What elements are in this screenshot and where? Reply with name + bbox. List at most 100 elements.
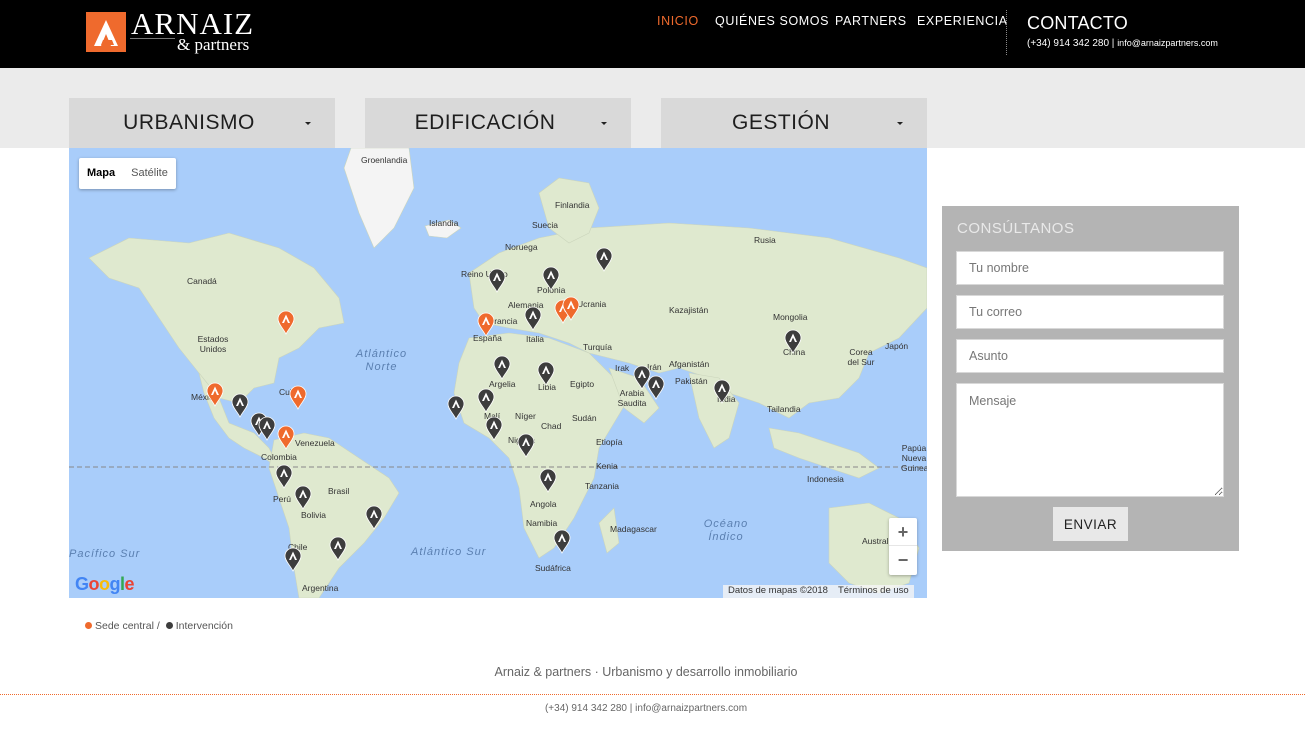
footer-email[interactable]: info@arnaizpartners.com bbox=[635, 703, 747, 714]
map-label: Noruega bbox=[505, 242, 538, 252]
map-label: Madagascar bbox=[610, 524, 657, 534]
nav-divider bbox=[1006, 10, 1007, 55]
menu-urbanismo-label: URBANISMO bbox=[123, 111, 255, 134]
nav-experiencia[interactable]: EXPERIENCIA bbox=[917, 14, 1008, 28]
map-label: Estados Unidos bbox=[197, 334, 229, 354]
nav-quienes-somos[interactable]: QUIÉNES SOMOS bbox=[715, 14, 829, 28]
map-label: Ucrania bbox=[577, 299, 607, 309]
intervencion-pin-icon[interactable] bbox=[231, 393, 249, 418]
intervencion-pin-icon[interactable] bbox=[258, 416, 276, 441]
name-field[interactable] bbox=[956, 251, 1224, 285]
map-label: Canadá bbox=[187, 276, 217, 286]
map-label: Sudán bbox=[572, 413, 597, 423]
map-label: Venezuela bbox=[295, 438, 335, 448]
map-label: Finlandia bbox=[555, 200, 590, 210]
sede-pin-icon[interactable] bbox=[562, 296, 580, 321]
menu-gestion[interactable]: GESTIÓN bbox=[661, 98, 927, 148]
map-type-mapa[interactable]: Mapa bbox=[79, 158, 123, 189]
contact-line: (+34) 914 342 280 | info@arnaizpartners.… bbox=[1027, 38, 1218, 49]
zoom-in-button[interactable]: + bbox=[889, 518, 917, 546]
ocean-label: Océano Índico bbox=[703, 518, 749, 543]
caret-down-icon bbox=[305, 122, 311, 125]
intervencion-pin-icon[interactable] bbox=[553, 529, 571, 554]
nav-partners[interactable]: PARTNERS bbox=[835, 14, 907, 28]
map-label: Tailandia bbox=[767, 404, 801, 414]
message-field[interactable] bbox=[956, 383, 1224, 497]
menu-edificacion[interactable]: EDIFICACIÓN bbox=[365, 98, 631, 148]
map-label: Tanzania bbox=[585, 481, 620, 491]
intervencion-pin-icon[interactable] bbox=[493, 355, 511, 380]
map-data-credit: Datos de mapas ©2018 bbox=[728, 585, 828, 596]
map-label: Suecia bbox=[532, 220, 558, 230]
intervencion-pin-icon[interactable] bbox=[284, 547, 302, 572]
nav-inicio[interactable]: INICIO bbox=[657, 14, 699, 28]
map-attribution: Datos de mapas ©2018 Términos de uso bbox=[723, 585, 914, 598]
logo-rule bbox=[130, 38, 175, 39]
sede-pin-icon[interactable] bbox=[206, 382, 224, 407]
intervencion-pin-icon[interactable] bbox=[517, 433, 535, 458]
sede-pin-icon[interactable] bbox=[477, 312, 495, 337]
intervencion-pin-icon[interactable] bbox=[485, 416, 503, 441]
map-label: Irak bbox=[615, 363, 630, 373]
map-type-control: Mapa Satélite bbox=[79, 158, 176, 189]
google-logo[interactable]: Google bbox=[75, 574, 135, 595]
contact-phone[interactable]: (+34) 914 342 280 bbox=[1027, 38, 1109, 49]
ocean-label: Atlántico Sur bbox=[411, 546, 487, 558]
logo-a-icon bbox=[94, 20, 118, 46]
map-label: Etiopía bbox=[596, 437, 623, 447]
intervencion-pin-icon[interactable] bbox=[524, 306, 542, 331]
map-label: Argentina bbox=[302, 583, 339, 593]
contact-title: CONTACTO bbox=[1027, 13, 1128, 33]
sede-pin-icon[interactable] bbox=[277, 425, 295, 450]
logo-mark[interactable] bbox=[86, 12, 126, 52]
menu-edificacion-label: EDIFICACIÓN bbox=[414, 111, 556, 134]
map-label: Egipto bbox=[570, 379, 595, 389]
map-label: Mongolia bbox=[773, 312, 808, 322]
menu-gestion-label: GESTIÓN bbox=[731, 111, 830, 134]
map-label: Colombia bbox=[261, 452, 297, 462]
map-label: Japón bbox=[885, 341, 909, 351]
terms-link[interactable]: Términos de uso bbox=[833, 585, 914, 598]
zoom-out-button[interactable]: − bbox=[889, 546, 917, 574]
zoom-control: + − bbox=[889, 518, 917, 575]
map-label: Bolivia bbox=[301, 510, 327, 520]
intervencion-pin-icon[interactable] bbox=[447, 395, 465, 420]
footer-separator: | bbox=[629, 703, 633, 714]
intervencion-pin-icon[interactable] bbox=[595, 247, 613, 272]
map-label: Chad bbox=[541, 421, 562, 431]
sede-pin-icon[interactable] bbox=[289, 385, 307, 410]
intervencion-pin-icon[interactable] bbox=[275, 464, 293, 489]
map-label: Indonesia bbox=[807, 474, 844, 484]
intervencion-pin-icon[interactable] bbox=[539, 468, 557, 493]
intervencion-pin-icon[interactable] bbox=[537, 361, 555, 386]
map-label: Angola bbox=[530, 499, 557, 509]
intervencion-pin-icon[interactable] bbox=[784, 329, 802, 354]
sede-pin-icon[interactable] bbox=[277, 310, 295, 335]
footer-phone[interactable]: (+34) 914 342 280 bbox=[545, 703, 627, 714]
map-type-satelite[interactable]: Satélite bbox=[123, 158, 176, 189]
intervencion-pin-icon[interactable] bbox=[477, 388, 495, 413]
intervencion-pin-icon[interactable] bbox=[713, 379, 731, 404]
intervencion-pin-icon[interactable] bbox=[329, 536, 347, 561]
map-label: Sudáfrica bbox=[535, 563, 571, 573]
map-label: Kazajistán bbox=[669, 305, 709, 315]
intervencion-pin-icon[interactable] bbox=[647, 375, 665, 400]
intervencion-pin-icon[interactable] bbox=[294, 485, 312, 510]
world-map[interactable]: Mapa Satélite Groenlandia Islandia Finla… bbox=[69, 148, 927, 598]
map-label: Arabia Saudita bbox=[617, 388, 647, 408]
menu-urbanismo[interactable]: URBANISMO bbox=[69, 98, 335, 148]
contact-separator: | bbox=[1111, 38, 1115, 49]
footer-tagline: Arnaiz & partners · Urbanismo y desarrol… bbox=[494, 665, 798, 679]
email-field[interactable] bbox=[956, 295, 1224, 329]
map-label: Groenlandia bbox=[361, 155, 408, 165]
map-label: Islandia bbox=[429, 218, 459, 228]
caret-down-icon bbox=[897, 122, 903, 125]
map-label: Brasil bbox=[328, 486, 350, 496]
map-label: Afganistán bbox=[669, 359, 710, 369]
subject-field[interactable] bbox=[956, 339, 1224, 373]
intervencion-pin-icon[interactable] bbox=[542, 266, 560, 291]
contact-email[interactable]: info@arnaizpartners.com bbox=[1117, 38, 1218, 48]
intervencion-pin-icon[interactable] bbox=[365, 505, 383, 530]
intervencion-pin-icon[interactable] bbox=[488, 268, 506, 293]
send-button[interactable]: ENVIAR bbox=[1053, 507, 1128, 541]
